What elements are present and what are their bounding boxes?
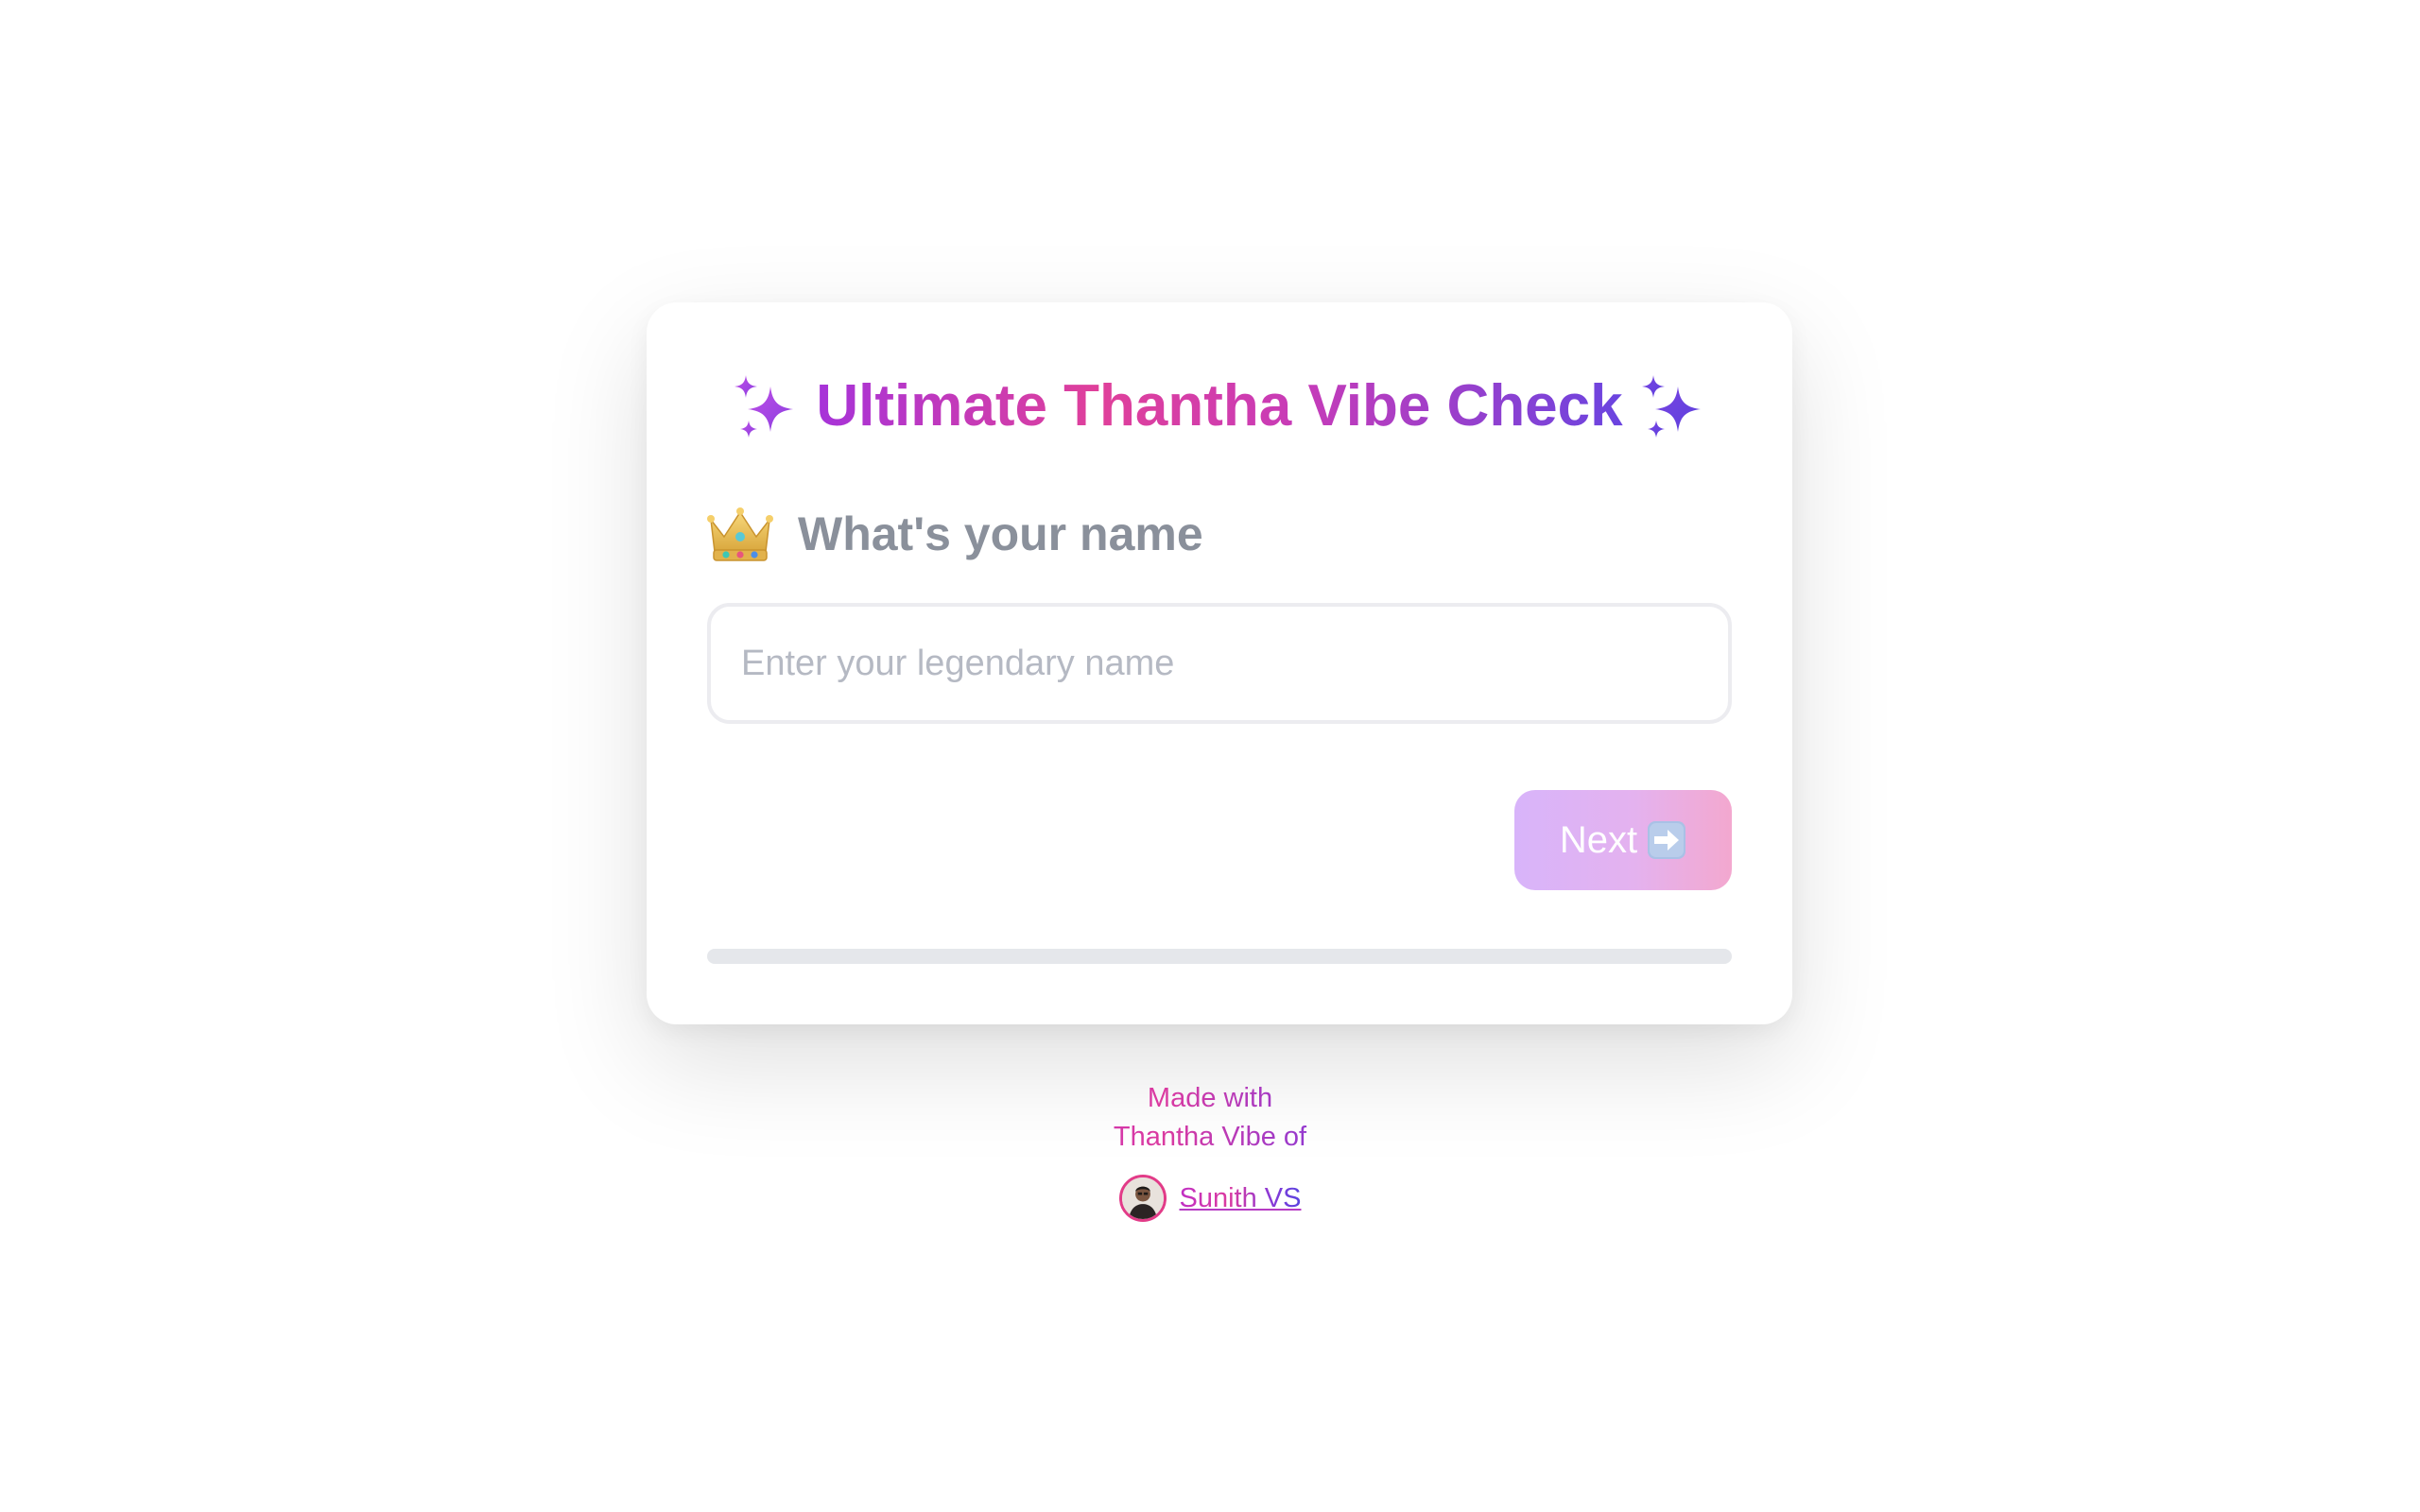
sparkles-icon — [1641, 375, 1701, 438]
avatar-image — [1121, 1177, 1164, 1219]
footer-line-2: Thantha Vibe of — [974, 1118, 1446, 1157]
sparkles-icon — [735, 375, 794, 438]
title-row: Ultimate Thantha Vibe Check — [707, 359, 1732, 454]
footer-line-1: Made with — [974, 1079, 1446, 1118]
page: Ultimate Thantha Vibe Check What's your … — [0, 0, 2420, 1512]
vibe-check-card: Ultimate Thantha Vibe Check What's your … — [647, 302, 1792, 1024]
author-link[interactable]: Sunith VS — [1180, 1179, 1302, 1218]
next-button-label: Next — [1559, 818, 1638, 861]
author-row: Sunith VS — [1118, 1175, 1302, 1222]
progress-bar — [707, 949, 1732, 964]
next-button[interactable]: Next — [1514, 790, 1732, 890]
page-title: Ultimate Thantha Vibe Check — [816, 373, 1623, 438]
footer: Made with Thantha Vibe of Sunith VS — [974, 1079, 1446, 1230]
avatar — [1118, 1175, 1167, 1222]
question-label: What's your name — [798, 507, 1203, 560]
question-row: What's your name — [707, 496, 1203, 572]
name-input[interactable] — [707, 603, 1732, 724]
crown-icon — [707, 507, 773, 561]
right-arrow-icon — [1648, 821, 1686, 859]
